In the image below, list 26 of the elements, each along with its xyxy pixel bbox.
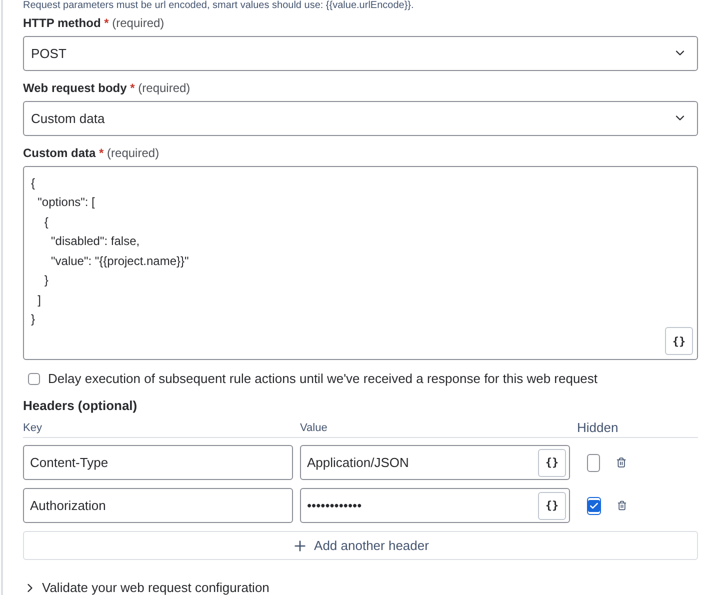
add-header-button[interactable]: Add another header: [23, 531, 698, 560]
select-field[interactable]: Custom data: [23, 100, 698, 136]
smart-value-button[interactable]: {}: [538, 448, 566, 477]
hint-text: Request parameters must be url encoded, smart values should use: {{value.urlEncode}}.: [23, 0, 415, 12]
code-editor[interactable]: { "options": [ { "disabled": false, "value": "{{project.name}}" } ] } {}: [23, 166, 698, 360]
value-field[interactable]: •••••••••••• {}: [300, 488, 570, 524]
key-field[interactable]: Content-Type: [23, 445, 293, 480]
checkbox[interactable]: [587, 496, 601, 515]
column-header: Hidden: [577, 420, 620, 436]
format-button[interactable]: {}: [665, 327, 693, 356]
field-label: Web request body * (required): [23, 80, 192, 95]
key-field[interactable]: Authorization: [23, 488, 293, 524]
select-field[interactable]: POST: [23, 36, 698, 71]
validate-toggle[interactable]: Validate your web request configuration: [23, 580, 698, 595]
section-title: Headers (optional): [23, 398, 138, 414]
column-header: Value: [300, 422, 328, 434]
column-header: Key: [23, 422, 43, 434]
trash-icon[interactable]: [616, 455, 627, 470]
value-field[interactable]: Application/JSON {}: [300, 445, 570, 480]
checkbox-label: Delay execution of subsequent rule actions until we've received a response for this web request: [48, 371, 598, 386]
smart-value-button[interactable]: {}: [538, 492, 566, 520]
checkmark-icon: [589, 500, 599, 511]
field-label: HTTP method * (required): [23, 16, 166, 30]
field-label: Custom data * (required): [23, 146, 160, 160]
checkbox[interactable]: [587, 454, 600, 472]
checkbox[interactable]: [28, 372, 40, 385]
